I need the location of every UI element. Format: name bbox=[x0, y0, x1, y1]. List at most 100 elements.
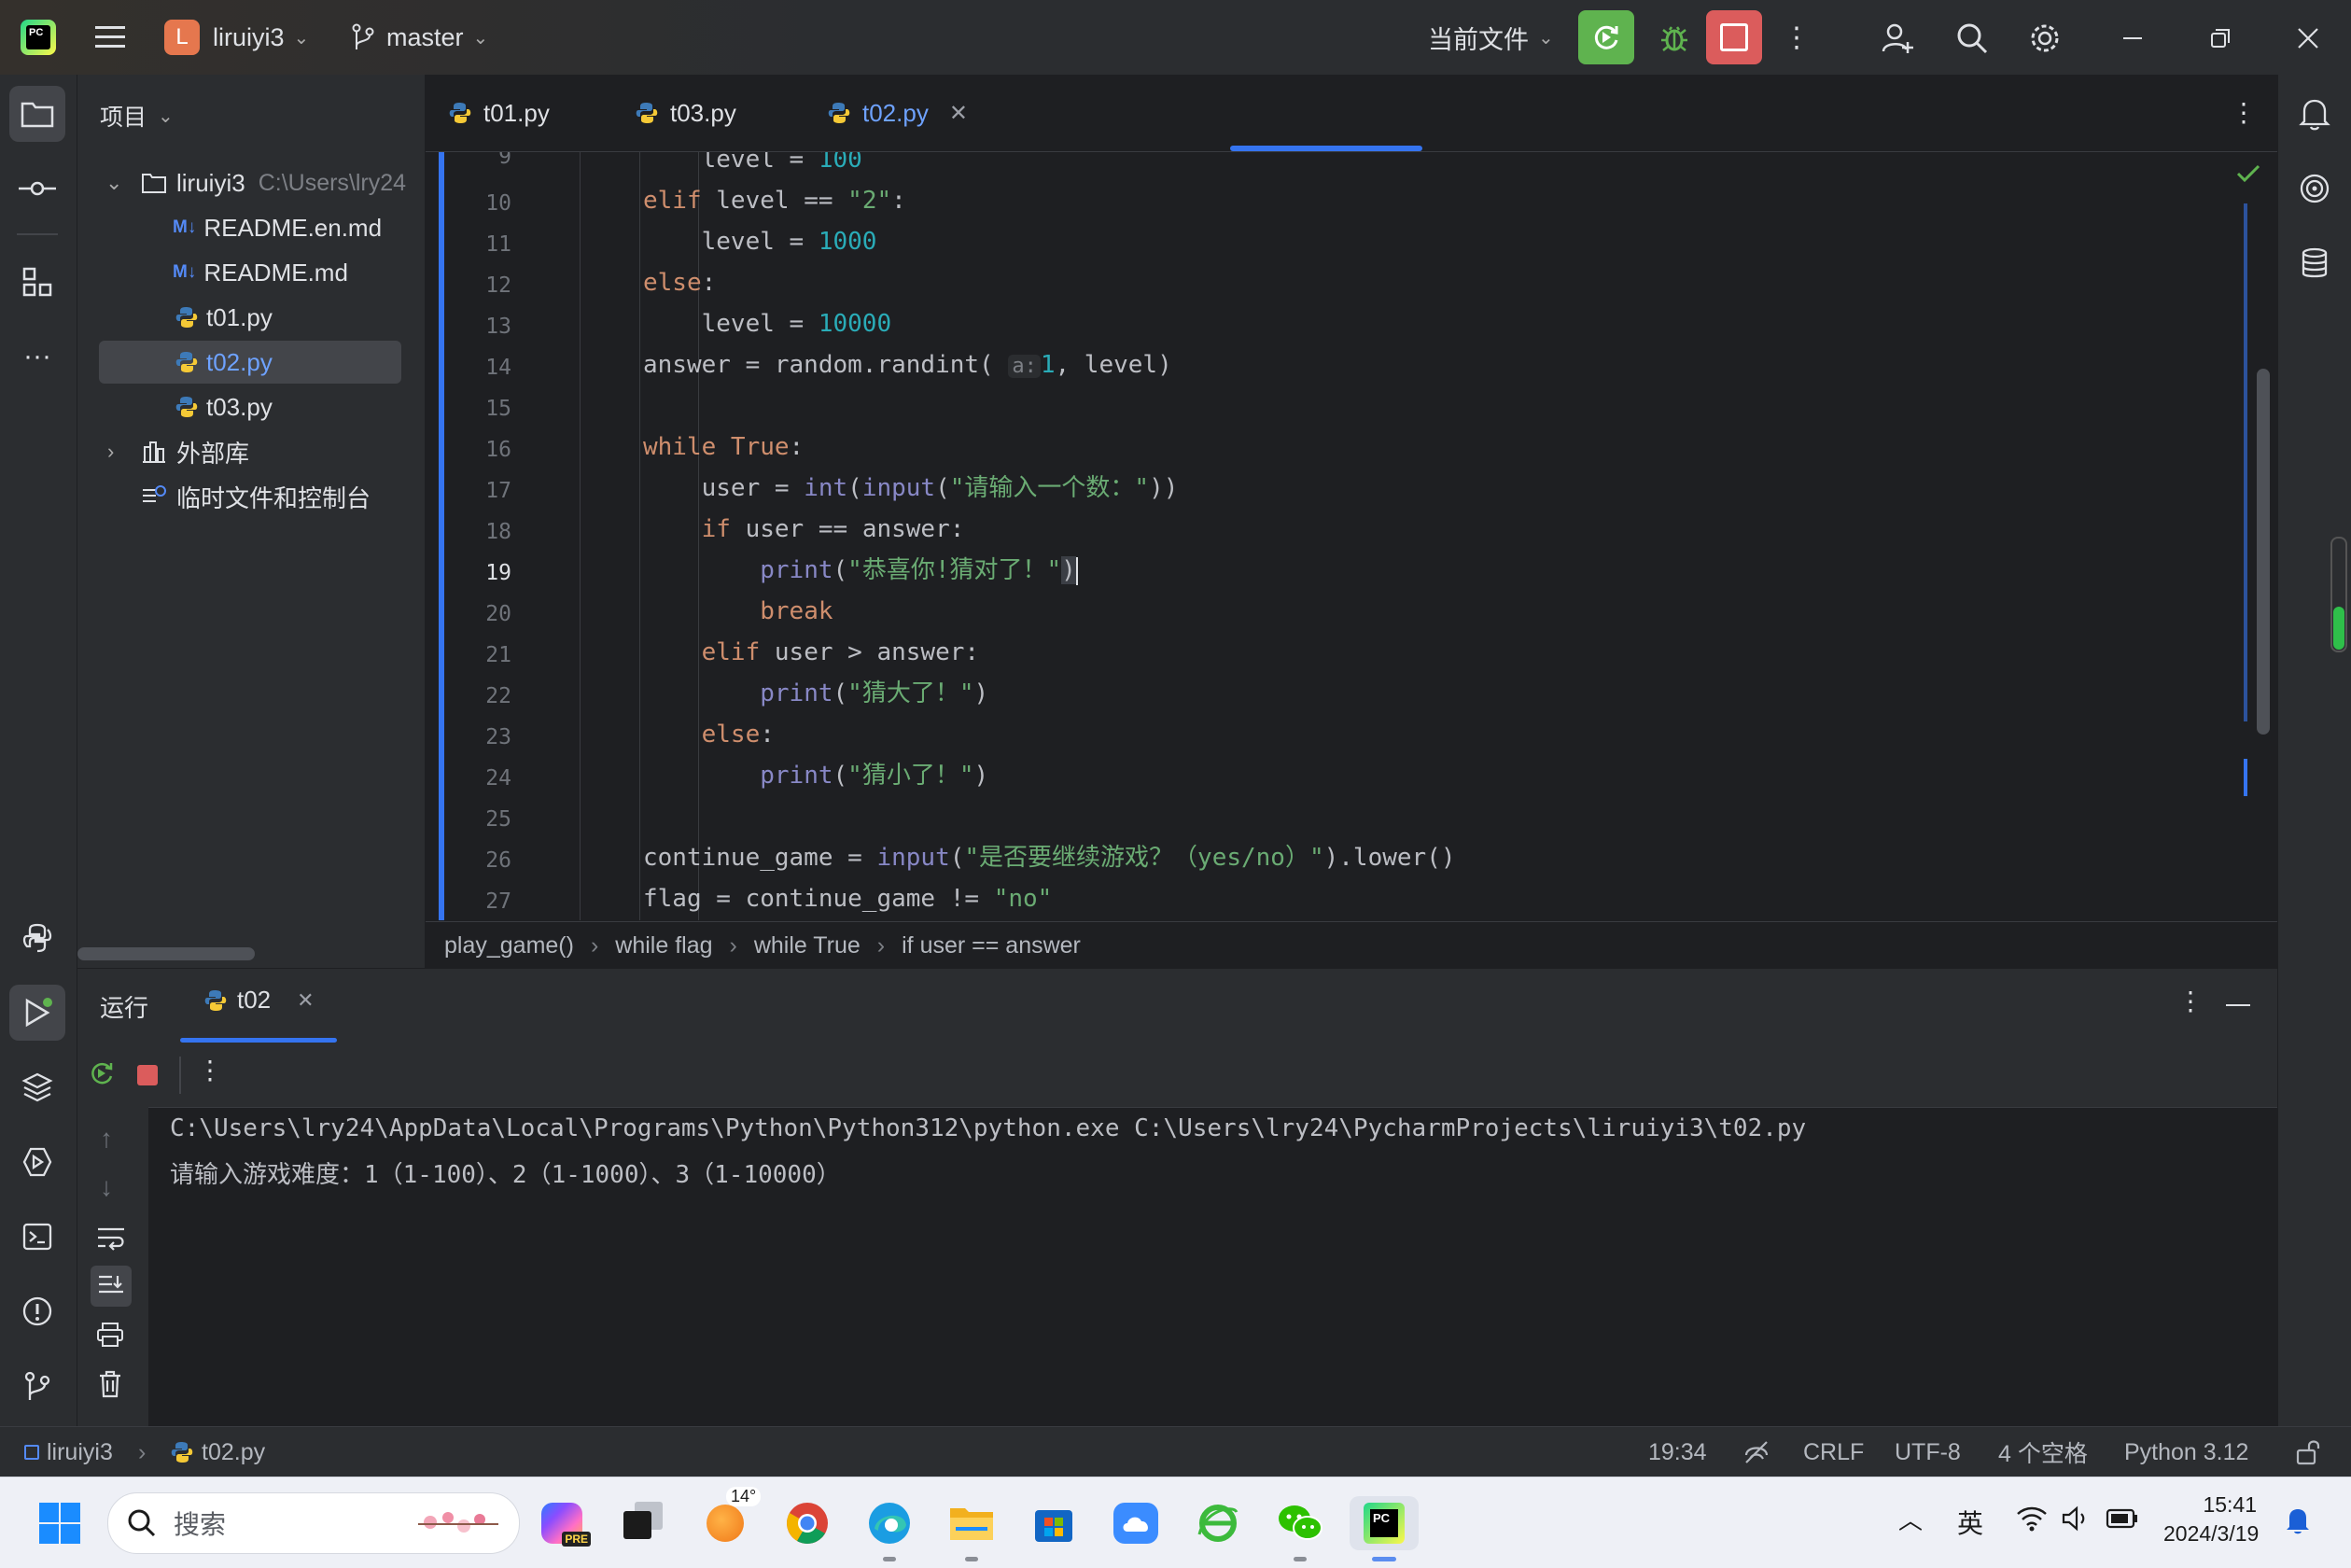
vcs-change-marker[interactable] bbox=[439, 152, 444, 920]
trash-icon[interactable] bbox=[98, 1370, 122, 1398]
scroll-to-end-icon[interactable] bbox=[91, 1266, 132, 1307]
stop-icon[interactable] bbox=[137, 1065, 158, 1085]
wifi-icon[interactable] bbox=[2016, 1505, 2048, 1532]
main-menu-icon[interactable] bbox=[91, 19, 129, 56]
status-file[interactable]: t02.py bbox=[170, 1427, 265, 1477]
debug-button[interactable] bbox=[1649, 13, 1700, 63]
file-explorer-icon[interactable] bbox=[945, 1496, 999, 1561]
tree-item-external-libraries[interactable]: › 外部库 bbox=[77, 430, 425, 473]
restore-window-button[interactable] bbox=[2199, 17, 2242, 60]
tree-item-t03[interactable]: t03.py bbox=[77, 385, 425, 428]
chrome-icon[interactable] bbox=[780, 1496, 834, 1550]
breadcrumb-item[interactable]: play_game() bbox=[444, 932, 574, 959]
up-arrow-icon[interactable]: ↑ bbox=[100, 1124, 113, 1154]
branch-name: master bbox=[386, 22, 464, 51]
tab-t01[interactable]: t01.py bbox=[448, 75, 550, 151]
cloud-drive-icon[interactable] bbox=[1109, 1496, 1163, 1550]
tree-root-row[interactable]: ⌄ liruiyi3 C:\Users\lry24 bbox=[77, 161, 425, 204]
run-tab-t02[interactable]: t02 ✕ bbox=[203, 986, 315, 1015]
tree-item-t02-selected[interactable]: t02.py bbox=[99, 341, 401, 384]
run-config-selector[interactable]: 当前文件 ⌄ bbox=[1428, 19, 1554, 56]
pycharm-taskbar-icon[interactable]: PC bbox=[1350, 1496, 1419, 1561]
python-interpreter[interactable]: Python 3.12 bbox=[2124, 1427, 2248, 1477]
weather-widget[interactable]: 14° bbox=[698, 1487, 762, 1550]
tree-item-readme[interactable]: M↓ README.md bbox=[77, 251, 425, 294]
rerun-icon[interactable] bbox=[87, 1058, 117, 1088]
rerun-button[interactable] bbox=[1578, 10, 1634, 64]
breadcrumb-item[interactable]: while True bbox=[754, 932, 861, 959]
notification-bell-icon[interactable] bbox=[2285, 1505, 2311, 1535]
scroll-indicator[interactable] bbox=[2330, 537, 2347, 652]
project-tool-button[interactable] bbox=[9, 86, 65, 142]
taskbar-search-box[interactable]: 搜索 bbox=[107, 1492, 520, 1554]
ai-assistant-icon[interactable] bbox=[2287, 161, 2343, 217]
volume-icon[interactable] bbox=[2061, 1505, 2091, 1532]
copilot-icon[interactable]: PRE bbox=[535, 1496, 591, 1550]
chevron-right-icon[interactable]: › bbox=[107, 440, 130, 464]
minimize-window-button[interactable] bbox=[2111, 17, 2154, 60]
print-icon[interactable] bbox=[96, 1322, 124, 1348]
ie-browser-icon[interactable] bbox=[1191, 1496, 1245, 1550]
git-tool-button[interactable] bbox=[9, 1358, 65, 1414]
hide-panel-icon[interactable] bbox=[2226, 1004, 2250, 1006]
indent-setting[interactable]: 4 个空格 bbox=[1998, 1427, 2088, 1477]
inspection-ok-checkmark-icon[interactable] bbox=[2236, 163, 2260, 184]
clock[interactable]: 15:41 2024/3/19 bbox=[2163, 1492, 2259, 1547]
tab-actions-more-icon[interactable]: ⋮ bbox=[2231, 97, 2257, 128]
project-panel: 项目 ⌄ ⌄ liruiyi3 C:\Users\lry24 M↓ README… bbox=[77, 75, 426, 968]
breadcrumb-item[interactable]: while flag bbox=[615, 932, 712, 959]
tree-item-t01[interactable]: t01.py bbox=[77, 296, 425, 339]
task-view-icon[interactable] bbox=[616, 1496, 670, 1550]
python-console-tool-button[interactable] bbox=[9, 910, 65, 966]
more-actions-icon[interactable]: ⋮ bbox=[1783, 19, 1811, 56]
project-widget[interactable]: L liruiyi3 ⌄ bbox=[164, 19, 309, 56]
project-panel-header[interactable]: 项目 ⌄ bbox=[100, 99, 174, 133]
soft-wrap-icon[interactable] bbox=[96, 1226, 126, 1251]
close-tab-icon[interactable]: ✕ bbox=[949, 100, 968, 127]
more-tools-icon[interactable]: ··· bbox=[9, 329, 65, 385]
microsoft-store-icon[interactable] bbox=[1027, 1496, 1081, 1550]
ime-indicator[interactable]: 英 bbox=[1957, 1504, 1983, 1541]
file-encoding[interactable]: UTF-8 bbox=[1895, 1427, 1961, 1477]
tab-t02-active[interactable]: t02.py ✕ bbox=[827, 75, 968, 151]
edge-icon[interactable] bbox=[862, 1496, 917, 1561]
tree-item-readme-en[interactable]: M↓ README.en.md bbox=[77, 206, 425, 249]
run-panel-more-icon[interactable]: ⋮ bbox=[2177, 986, 2204, 1016]
battery-icon[interactable] bbox=[2106, 1508, 2139, 1529]
run-toolbar-more-icon[interactable]: ⋮ bbox=[197, 1055, 223, 1085]
code-editor[interactable]: 9 10 11 12 13 14 15 16 17 18 19 20 21 22… bbox=[426, 152, 2277, 920]
editor-vertical-scrollbar[interactable] bbox=[2257, 369, 2270, 735]
chevron-down-icon[interactable]: ⌄ bbox=[105, 171, 130, 195]
tray-overflow-chevron-icon[interactable]: ︿ bbox=[1898, 1502, 1923, 1536]
tree-item-scratches[interactable]: 临时文件和控制台 bbox=[77, 475, 425, 518]
project-horizontal-scrollbar[interactable] bbox=[77, 947, 255, 960]
vcs-branch-widget[interactable]: master ⌄ bbox=[351, 19, 488, 56]
problems-tool-button[interactable] bbox=[9, 1283, 65, 1339]
python-packages-tool-button[interactable] bbox=[9, 1059, 65, 1115]
services-tool-button[interactable] bbox=[9, 1134, 65, 1190]
breadcrumb-item[interactable]: if user == answer bbox=[902, 932, 1081, 959]
run-tool-button[interactable] bbox=[9, 985, 65, 1041]
code-with-me-icon[interactable] bbox=[1876, 17, 1919, 60]
git-branch-icon bbox=[24, 1371, 50, 1400]
windows-start-icon[interactable] bbox=[33, 1496, 87, 1550]
structure-tool-button[interactable] bbox=[9, 254, 65, 310]
wechat-icon[interactable] bbox=[1273, 1496, 1327, 1561]
terminal-tool-button[interactable] bbox=[9, 1209, 65, 1265]
caret-position[interactable]: 19:34 bbox=[1648, 1427, 1707, 1477]
power-save-icon[interactable] bbox=[1743, 1427, 1770, 1477]
commit-tool-button[interactable] bbox=[9, 161, 65, 217]
search-icon[interactable] bbox=[1951, 17, 1994, 60]
settings-gear-icon[interactable] bbox=[2023, 17, 2066, 60]
unlock-icon[interactable] bbox=[2296, 1427, 2320, 1477]
line-separator[interactable]: CRLF bbox=[1803, 1427, 1864, 1477]
notifications-bell-icon[interactable] bbox=[2287, 86, 2343, 142]
close-window-button[interactable] bbox=[2287, 17, 2330, 60]
tab-t03[interactable]: t03.py bbox=[635, 75, 736, 151]
stop-button[interactable] bbox=[1706, 10, 1762, 64]
database-icon[interactable] bbox=[2287, 235, 2343, 291]
close-tab-icon[interactable]: ✕ bbox=[297, 988, 314, 1013]
pycharm-logo-icon[interactable]: PC bbox=[21, 20, 56, 55]
down-arrow-icon[interactable]: ↓ bbox=[100, 1172, 113, 1202]
status-project[interactable]: liruiyi3 bbox=[24, 1427, 113, 1477]
